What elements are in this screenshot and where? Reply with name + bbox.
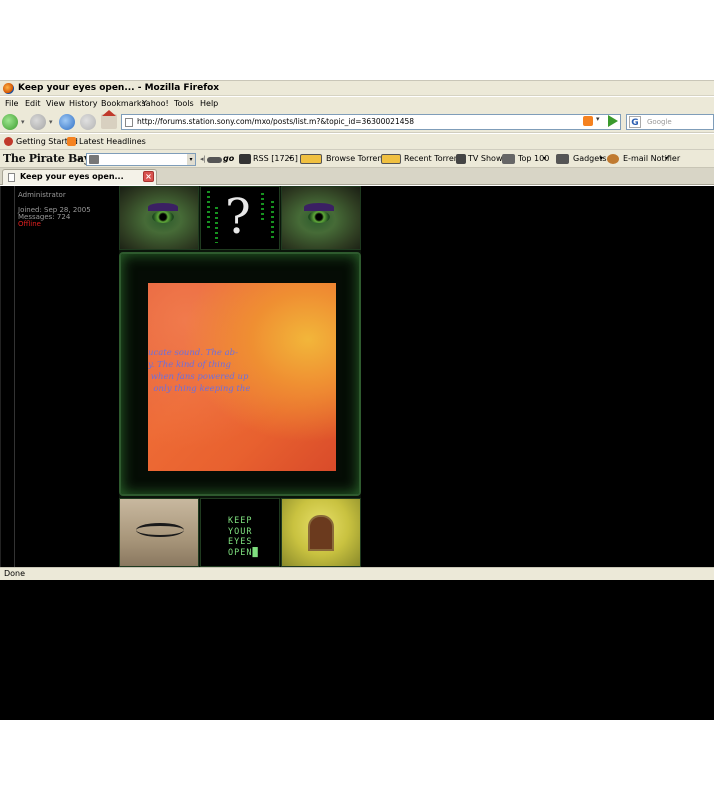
keep-your-eyes-open-tile: KEEP YOUR EYES OPEN█ (200, 498, 280, 567)
monitor-icon (89, 155, 99, 164)
screenshot: Keep your eyes open... - Mozilla Firefox… (0, 0, 714, 800)
menu-yahoo[interactable]: Yahoo! (142, 97, 169, 110)
reload-button[interactable] (59, 114, 75, 130)
search-engine-icon[interactable]: G (629, 116, 641, 128)
rss-dropdown-icon[interactable]: ▾ (289, 150, 292, 168)
menu-file[interactable]: File (5, 97, 18, 110)
user-status-badge: Offline (18, 220, 41, 228)
back-history-dropdown-icon[interactable]: ▾ (21, 118, 25, 126)
back-button[interactable] (2, 114, 18, 130)
menu-history[interactable]: History (69, 97, 97, 110)
close-tab-icon[interactable]: × (143, 171, 154, 182)
url-text: http://forums.station.sony.com/mxo/posts… (137, 117, 415, 126)
tattoo-mark (136, 523, 184, 537)
url-dropdown-icon[interactable]: ▾ (596, 115, 600, 123)
tv-shows-button[interactable]: TV Shows (468, 150, 507, 168)
divider (14, 186, 15, 567)
menu-bar: File Edit View History Bookmarks Yahoo! … (0, 97, 714, 111)
top-100-dropdown-icon[interactable]: ▾ (543, 150, 546, 168)
getting-started-icon (4, 137, 13, 146)
eyelid-shadow (304, 203, 334, 211)
code-rain (271, 201, 274, 241)
question-mark-image: ? (200, 186, 280, 250)
menu-bookmarks[interactable]: Bookmarks (101, 97, 146, 110)
code-rain (215, 207, 218, 243)
status-text: Done (4, 569, 26, 578)
keep-your-eyes-open-text: KEEP YOUR EYES OPEN█ (228, 516, 259, 558)
post-author-panel: Administrator Joined: Sep 28, 2005 Messa… (0, 186, 120, 567)
gadgets-dropdown-icon[interactable]: ▾ (600, 150, 603, 168)
firefox-icon (3, 83, 14, 94)
home-button[interactable] (101, 110, 117, 129)
eye-iris (152, 211, 174, 223)
tab-bar: Keep your eyes open... (0, 168, 714, 185)
question-mark: ? (225, 189, 251, 245)
window-title-bar: Keep your eyes open... - Mozilla Firefox (0, 80, 714, 96)
navigation-toolbar: ▾ ▾ http://forums.station.sony.com/mxo/p… (0, 110, 714, 133)
tab-keep-your-eyes-open[interactable]: Keep your eyes open... (2, 169, 157, 185)
window-title: Keep your eyes open... - Mozilla Firefox (18, 83, 220, 93)
menu-view[interactable]: View (46, 97, 65, 110)
rss-feed-icon[interactable] (583, 116, 593, 126)
pirate-bay-logo[interactable]: The Pirate Bay (3, 150, 90, 168)
menu-tools[interactable]: Tools (174, 97, 194, 110)
go-button[interactable]: go (223, 150, 234, 168)
door-image (281, 498, 361, 567)
signature-image-collage: ? ucate sound. The ab- y. The kind of th… (119, 186, 361, 567)
page-icon (8, 173, 15, 182)
eye-iris (308, 211, 330, 223)
black-background-area (0, 580, 714, 720)
orange-portrait-image: ucate sound. The ab- y. The kind of thin… (148, 283, 336, 471)
forward-button[interactable] (30, 114, 46, 130)
email-notifier-icon (607, 154, 619, 164)
gadgets-icon (556, 154, 569, 164)
search-dropdown-icon[interactable]: ▾ (187, 154, 195, 165)
user-role: Administrator (18, 191, 66, 199)
pirate-bay-toolbar: The Pirate Bay ▾ ▾ ◂| go RSS [1725] ▾ Br… (0, 149, 714, 168)
forward-history-dropdown-icon[interactable]: ▾ (49, 118, 53, 126)
browse-torrents-icon (300, 154, 322, 164)
url-bar[interactable]: http://forums.station.sony.com/mxo/posts… (121, 114, 621, 130)
email-dropdown-icon[interactable]: ▾ (665, 150, 668, 168)
status-bar: Done (0, 567, 714, 580)
tab-label: Keep your eyes open... (20, 172, 124, 181)
logo-dropdown-icon[interactable]: ▾ (78, 150, 82, 168)
top-100-icon (502, 154, 515, 164)
page-content: Administrator Joined: Sep 28, 2005 Messa… (0, 186, 714, 567)
center-image-frame: ucate sound. The ab- y. The kind of thin… (119, 252, 361, 496)
bookmark-latest-headlines[interactable]: Latest Headlines (79, 134, 146, 149)
left-eye-image (119, 186, 199, 250)
menu-edit[interactable]: Edit (25, 97, 41, 110)
code-rain (261, 193, 264, 223)
code-rain (207, 191, 210, 231)
page-icon (125, 118, 133, 127)
email-notifier-button[interactable]: E-mail Notifier (623, 150, 680, 168)
bookmarks-toolbar: Getting Started Latest Headlines (0, 134, 714, 149)
separator-grip-icon: ◂| (200, 155, 206, 163)
door (308, 515, 334, 551)
menu-help[interactable]: Help (200, 97, 218, 110)
pirate-bay-search-input[interactable]: ▾ (86, 153, 196, 166)
ship-wheel-icon (207, 157, 222, 163)
search-placeholder: Google (647, 118, 672, 126)
right-eye-image (281, 186, 361, 250)
rss-icon (239, 154, 251, 164)
search-input[interactable]: G Google (626, 114, 714, 130)
stop-button[interactable] (80, 114, 96, 130)
recent-torrents-icon (381, 154, 401, 164)
tv-icon (456, 154, 466, 164)
tattoo-image (119, 498, 199, 567)
overlay-text: ucate sound. The ab- y. The kind of thin… (148, 348, 251, 394)
rss-icon (67, 137, 76, 146)
eyelid-shadow (148, 203, 178, 211)
go-button[interactable] (608, 115, 618, 127)
